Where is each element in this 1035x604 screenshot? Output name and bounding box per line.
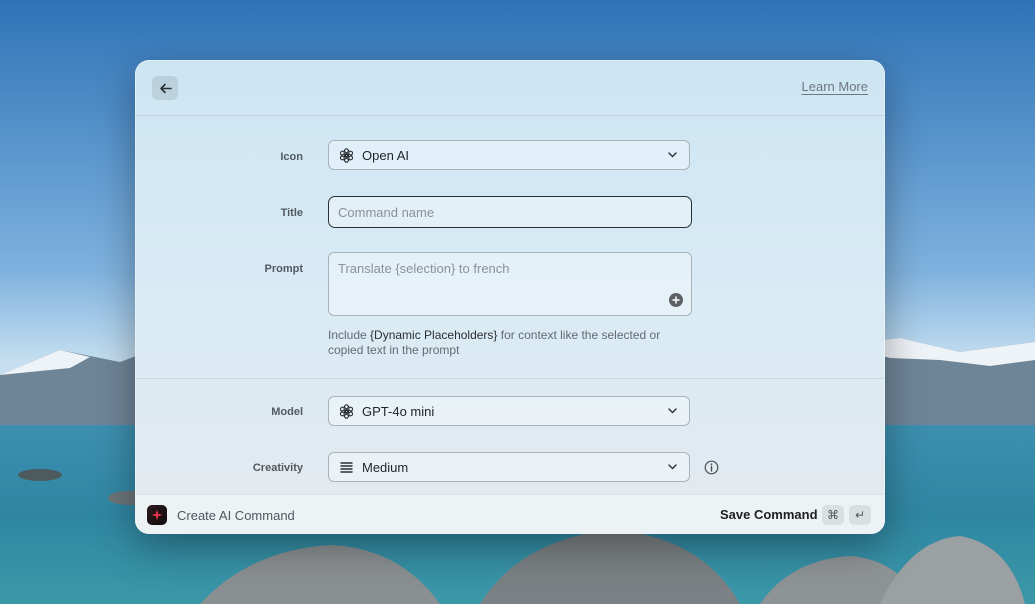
title-label: Title — [280, 207, 303, 219]
model-select-value: GPT-4o mini — [362, 403, 435, 419]
prompt-hint: Include {Dynamic Placeholders} for conte… — [328, 328, 698, 358]
command-name-input[interactable] — [328, 196, 692, 228]
prompt-label: Prompt — [264, 263, 304, 275]
create-ai-command-window: Learn More Icon Open AI Title Prompt — [135, 60, 885, 534]
icon-label: Icon — [280, 151, 303, 163]
icon-select-value: Open AI — [362, 147, 409, 163]
prompt-textarea[interactable] — [329, 253, 691, 315]
action-bar: Create AI Command Save Command ⌘ ↵ — [135, 494, 885, 534]
model-label: Model — [271, 406, 303, 418]
bars-icon — [338, 459, 354, 475]
creativity-label: Creativity — [252, 462, 303, 474]
chevron-down-icon — [665, 148, 679, 162]
back-button[interactable] — [152, 76, 178, 100]
save-command-button[interactable]: Save Command — [720, 507, 818, 522]
prompt-field — [328, 252, 692, 316]
enter-key-badge: ↵ — [849, 505, 871, 525]
dynamic-placeholders-link[interactable]: {Dynamic Placeholders} — [370, 328, 497, 342]
arrow-left-icon — [159, 83, 172, 93]
window-header: Learn More — [135, 60, 885, 116]
footer-title: Create AI Command — [177, 508, 295, 523]
section-divider — [135, 378, 885, 379]
openai-icon — [338, 403, 354, 419]
learn-more-link[interactable]: Learn More — [802, 79, 868, 94]
hint-prefix: Include — [328, 328, 371, 342]
chevron-down-icon — [665, 404, 679, 418]
info-icon[interactable] — [703, 459, 719, 475]
openai-icon — [338, 147, 354, 163]
chevron-down-icon — [665, 460, 679, 474]
plus-circle-icon[interactable] — [669, 293, 683, 307]
creativity-select[interactable]: Medium — [328, 452, 690, 482]
sparkle-icon — [147, 505, 167, 525]
model-select[interactable]: GPT-4o mini — [328, 396, 690, 426]
cmd-key-badge: ⌘ — [822, 505, 844, 525]
icon-select[interactable]: Open AI — [328, 140, 690, 170]
creativity-select-value: Medium — [362, 459, 409, 475]
